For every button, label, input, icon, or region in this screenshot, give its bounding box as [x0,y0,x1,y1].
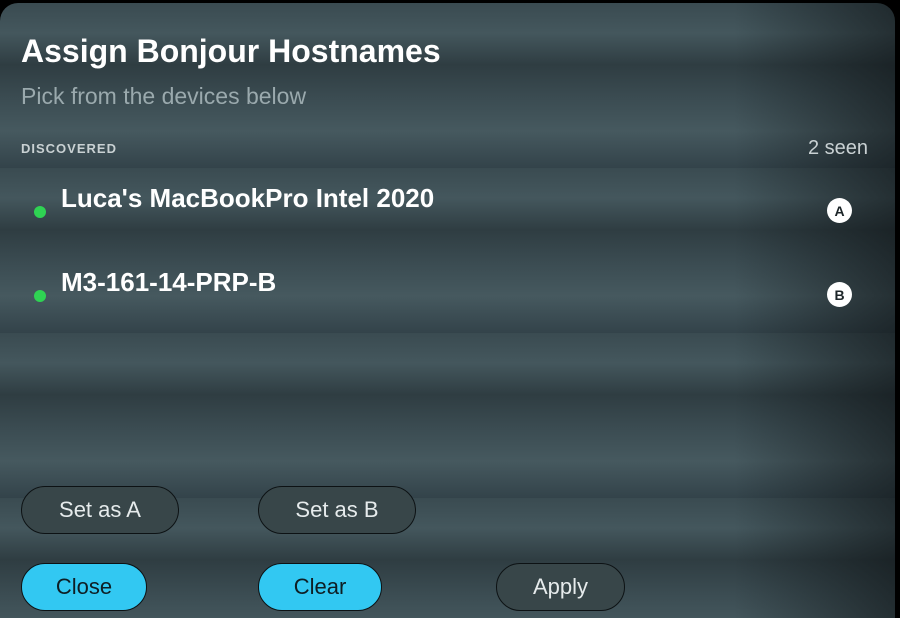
close-button[interactable]: Close [21,563,147,611]
set-as-b-button[interactable]: Set as B [258,486,416,534]
device-row[interactable]: Luca's MacBookPro Intel 2020 A [0,173,895,257]
device-list: Luca's MacBookPro Intel 2020 A M3-161-14… [0,173,895,341]
assign-hostnames-dialog: Assign Bonjour Hostnames Pick from the d… [0,3,895,618]
slot-badge: B [827,282,852,307]
apply-button[interactable]: Apply [496,563,625,611]
device-name: M3-161-14-PRP-B [61,267,277,297]
set-as-a-button[interactable]: Set as A [21,486,179,534]
device-row[interactable]: M3-161-14-PRP-B B [0,257,895,341]
online-status-dot-icon [34,290,46,302]
section-label: DISCOVERED [21,141,117,156]
dialog-subtitle: Pick from the devices below [21,83,307,109]
clear-button[interactable]: Clear [258,563,382,611]
device-name: Luca's MacBookPro Intel 2020 [61,183,435,213]
online-status-dot-icon [34,206,46,218]
devices-seen-count: 2 seen [807,137,868,159]
dialog-title: Assign Bonjour Hostnames [21,33,441,69]
slot-badge: A [827,198,852,223]
